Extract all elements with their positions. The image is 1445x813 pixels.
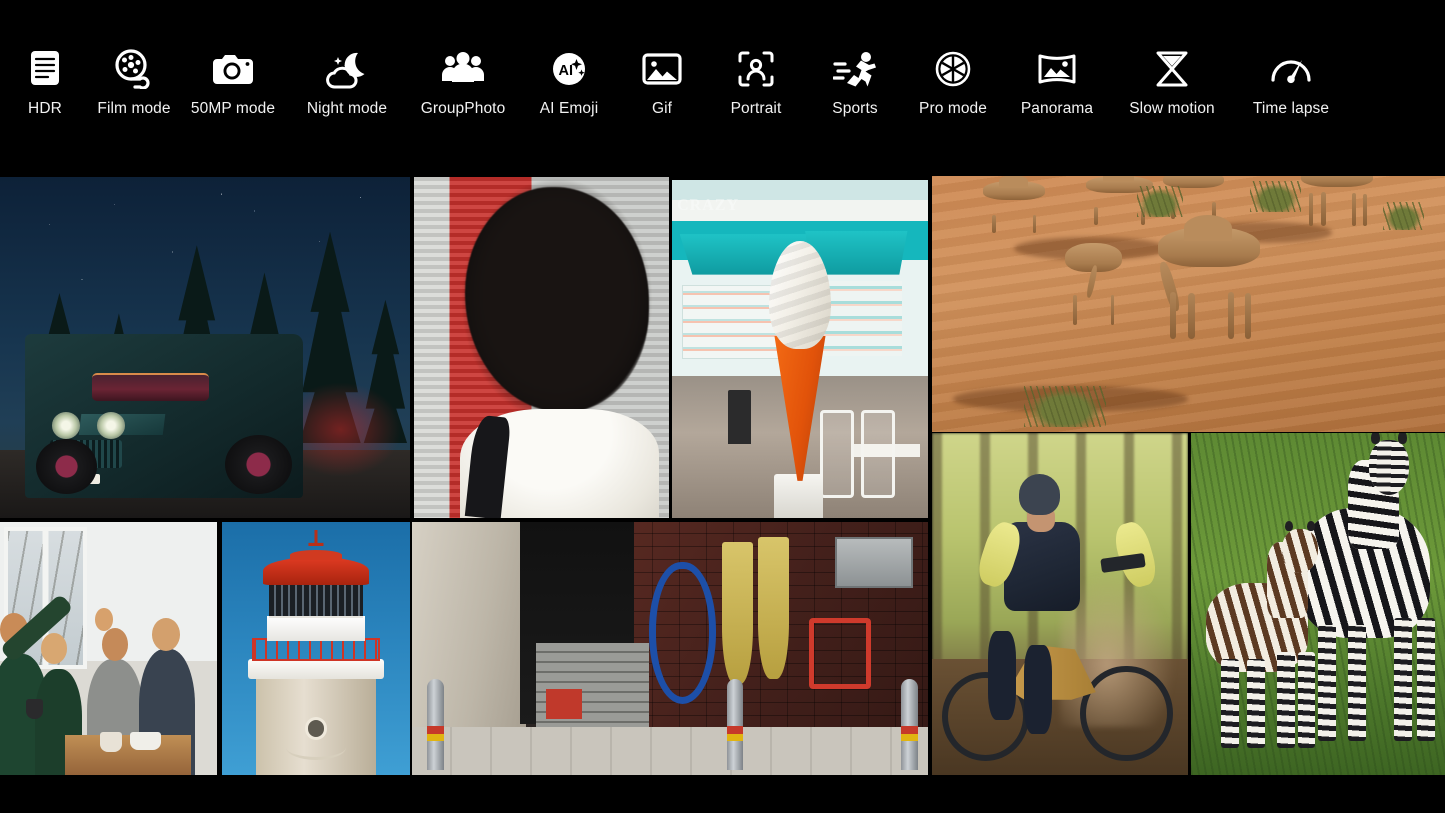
mode-item-ai-emoji[interactable]: AI AI Emoji [520, 48, 618, 117]
photo-camels-desert[interactable] [932, 176, 1445, 432]
mode-label-ai-emoji: AI Emoji [540, 101, 599, 117]
mode-item-night-mode[interactable]: Night mode [288, 48, 406, 117]
mode-item-hdr[interactable]: HDR [0, 48, 90, 117]
mode-label-slow-motion: Slow motion [1129, 101, 1215, 117]
photo-portrait-woman-red-wall[interactable] [414, 177, 669, 518]
svg-text:AI: AI [559, 63, 574, 79]
photo-street-brick-wall[interactable] [412, 522, 928, 775]
mode-item-portrait[interactable]: Portrait [706, 48, 806, 117]
mode-label-50mp-mode: 50MP mode [191, 101, 275, 117]
photo-friends-laughing-indoors[interactable] [0, 522, 217, 775]
mode-label-portrait: Portrait [731, 101, 782, 117]
hourglass-icon [1146, 48, 1198, 90]
mode-label-pro-mode: Pro mode [919, 101, 987, 117]
mode-item-gif[interactable]: Gif [618, 48, 706, 117]
mode-label-time-lapse: Time lapse [1253, 101, 1329, 117]
mode-item-film-mode[interactable]: Film mode [90, 48, 178, 117]
image-icon [636, 48, 688, 90]
aperture-icon [927, 48, 979, 90]
mode-label-night-mode: Night mode [307, 101, 387, 117]
runner-icon [829, 48, 881, 90]
mode-item-50mp-mode[interactable]: 50MP mode [178, 48, 288, 117]
photo-zebras-grass[interactable] [1191, 433, 1445, 775]
photo-mountain-biker[interactable] [932, 433, 1188, 775]
moon-cloud-icon [321, 48, 373, 90]
mode-label-film-mode: Film mode [97, 101, 170, 117]
panorama-icon [1031, 48, 1083, 90]
ai-sparkle-icon: AI [543, 48, 595, 90]
camera-mode-bar: HDR Film mode [0, 0, 1445, 172]
portrait-frame-icon [730, 48, 782, 90]
mode-item-slow-motion[interactable]: Slow motion [1112, 48, 1232, 117]
photo-lighthouse-red-top[interactable] [222, 522, 410, 775]
mode-label-sports: Sports [832, 101, 877, 117]
mode-label-gif: Gif [652, 101, 672, 117]
camera-icon [207, 48, 259, 90]
mode-label-hdr: HDR [28, 101, 62, 117]
group-people-icon [437, 48, 489, 90]
mode-item-panorama[interactable]: Panorama [1002, 48, 1112, 117]
mode-item-pro-mode[interactable]: Pro mode [904, 48, 1002, 117]
speedometer-icon [1265, 48, 1317, 90]
photo-jeep-night-camping[interactable]: 9GTT022 [0, 177, 410, 518]
camera-modes-showcase: 9GTT022 CRAZY [0, 0, 1445, 813]
mode-item-groupphoto[interactable]: GroupPhoto [406, 48, 520, 117]
mode-item-sports[interactable]: Sports [806, 48, 904, 117]
photo-ice-cream-stand[interactable]: CRAZY [672, 180, 928, 518]
mode-item-time-lapse[interactable]: Time lapse [1232, 48, 1350, 117]
mode-label-panorama: Panorama [1021, 101, 1093, 117]
hdr-icon [19, 48, 71, 90]
mode-label-groupphoto: GroupPhoto [421, 101, 506, 117]
film-reel-icon [108, 48, 160, 90]
shop-sign-text: CRAZY [677, 197, 764, 231]
